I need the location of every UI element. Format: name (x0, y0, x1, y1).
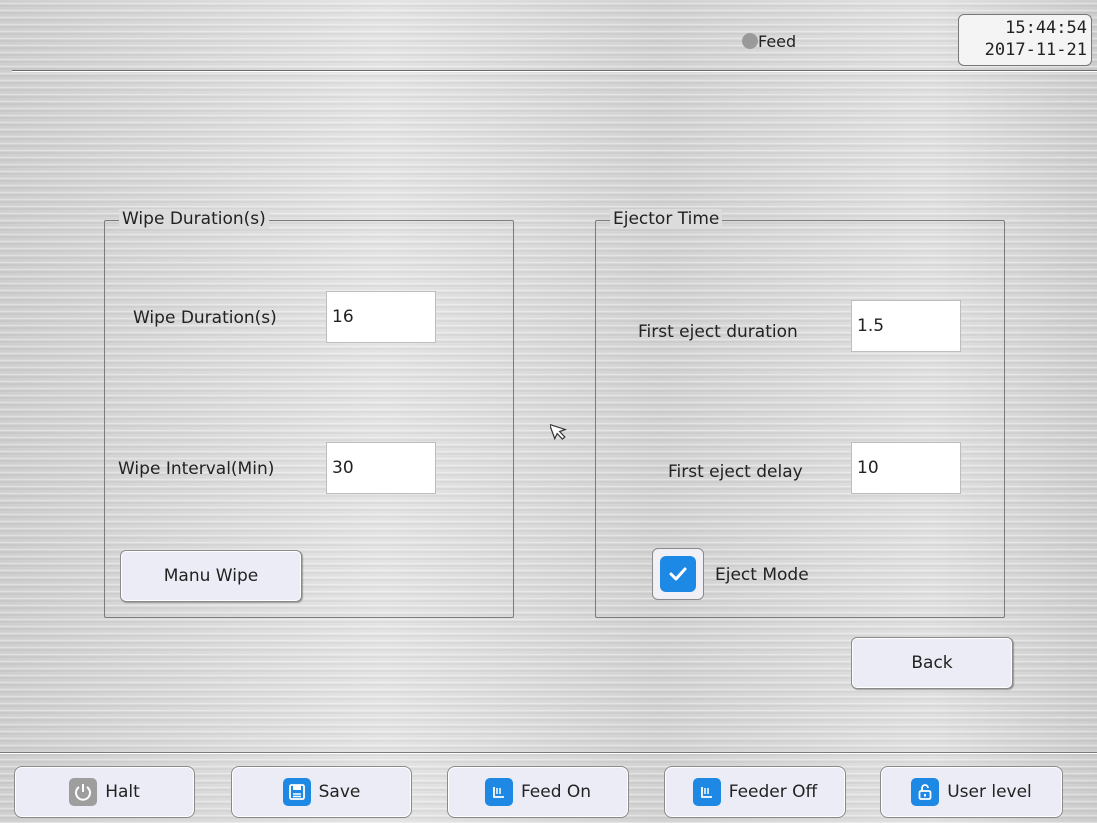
header-divider (12, 70, 1097, 72)
save-icon (282, 778, 311, 806)
mouse-cursor-icon (550, 423, 568, 441)
wipe-duration-input[interactable]: 16 (326, 291, 436, 343)
feed-icon (692, 778, 721, 806)
halt-label: Halt (105, 782, 140, 802)
status-label: Feed (758, 32, 797, 51)
wipe-group-title: Wipe Duration(s) (119, 209, 269, 229)
save-button[interactable]: Save (231, 766, 412, 818)
feeder-off-button[interactable]: Feeder Off (664, 766, 846, 818)
feed-on-label: Feed On (520, 782, 592, 802)
halt-button[interactable]: Halt (14, 766, 195, 818)
clock-date: 2017-11-21 (984, 40, 1087, 60)
first-eject-duration-label: First eject duration (638, 322, 798, 342)
clock-time: 15:44:54 (1005, 18, 1087, 38)
ejector-group-title: Ejector Time (610, 209, 723, 229)
first-eject-delay-input[interactable]: 10 (851, 442, 961, 494)
user-level-button[interactable]: User level (880, 766, 1063, 818)
footer-divider (0, 752, 1097, 754)
wipe-duration-label: Wipe Duration(s) (133, 308, 277, 328)
unlock-icon (911, 778, 940, 806)
power-icon (69, 778, 98, 806)
back-button[interactable]: Back (851, 637, 1013, 689)
manual-wipe-button[interactable]: Manu Wipe (120, 550, 302, 602)
eject-mode-checkbox[interactable] (652, 548, 704, 600)
save-label: Save (318, 782, 361, 802)
eject-mode-label: Eject Mode (715, 565, 809, 585)
first-eject-delay-label: First eject delay (668, 462, 803, 482)
checkmark-icon (660, 556, 696, 592)
first-eject-duration-input[interactable]: 1.5 (851, 300, 961, 352)
datetime-display: 15:44:54 2017-11-21 (958, 14, 1092, 66)
wipe-interval-input[interactable]: 30 (326, 442, 436, 494)
feeder-off-label: Feeder Off (728, 782, 818, 802)
status-dot-icon (742, 33, 758, 49)
feed-on-button[interactable]: Feed On (447, 766, 629, 818)
user-level-label: User level (947, 782, 1032, 802)
feed-icon (484, 778, 513, 806)
wipe-interval-label: Wipe Interval(Min) (118, 459, 275, 479)
